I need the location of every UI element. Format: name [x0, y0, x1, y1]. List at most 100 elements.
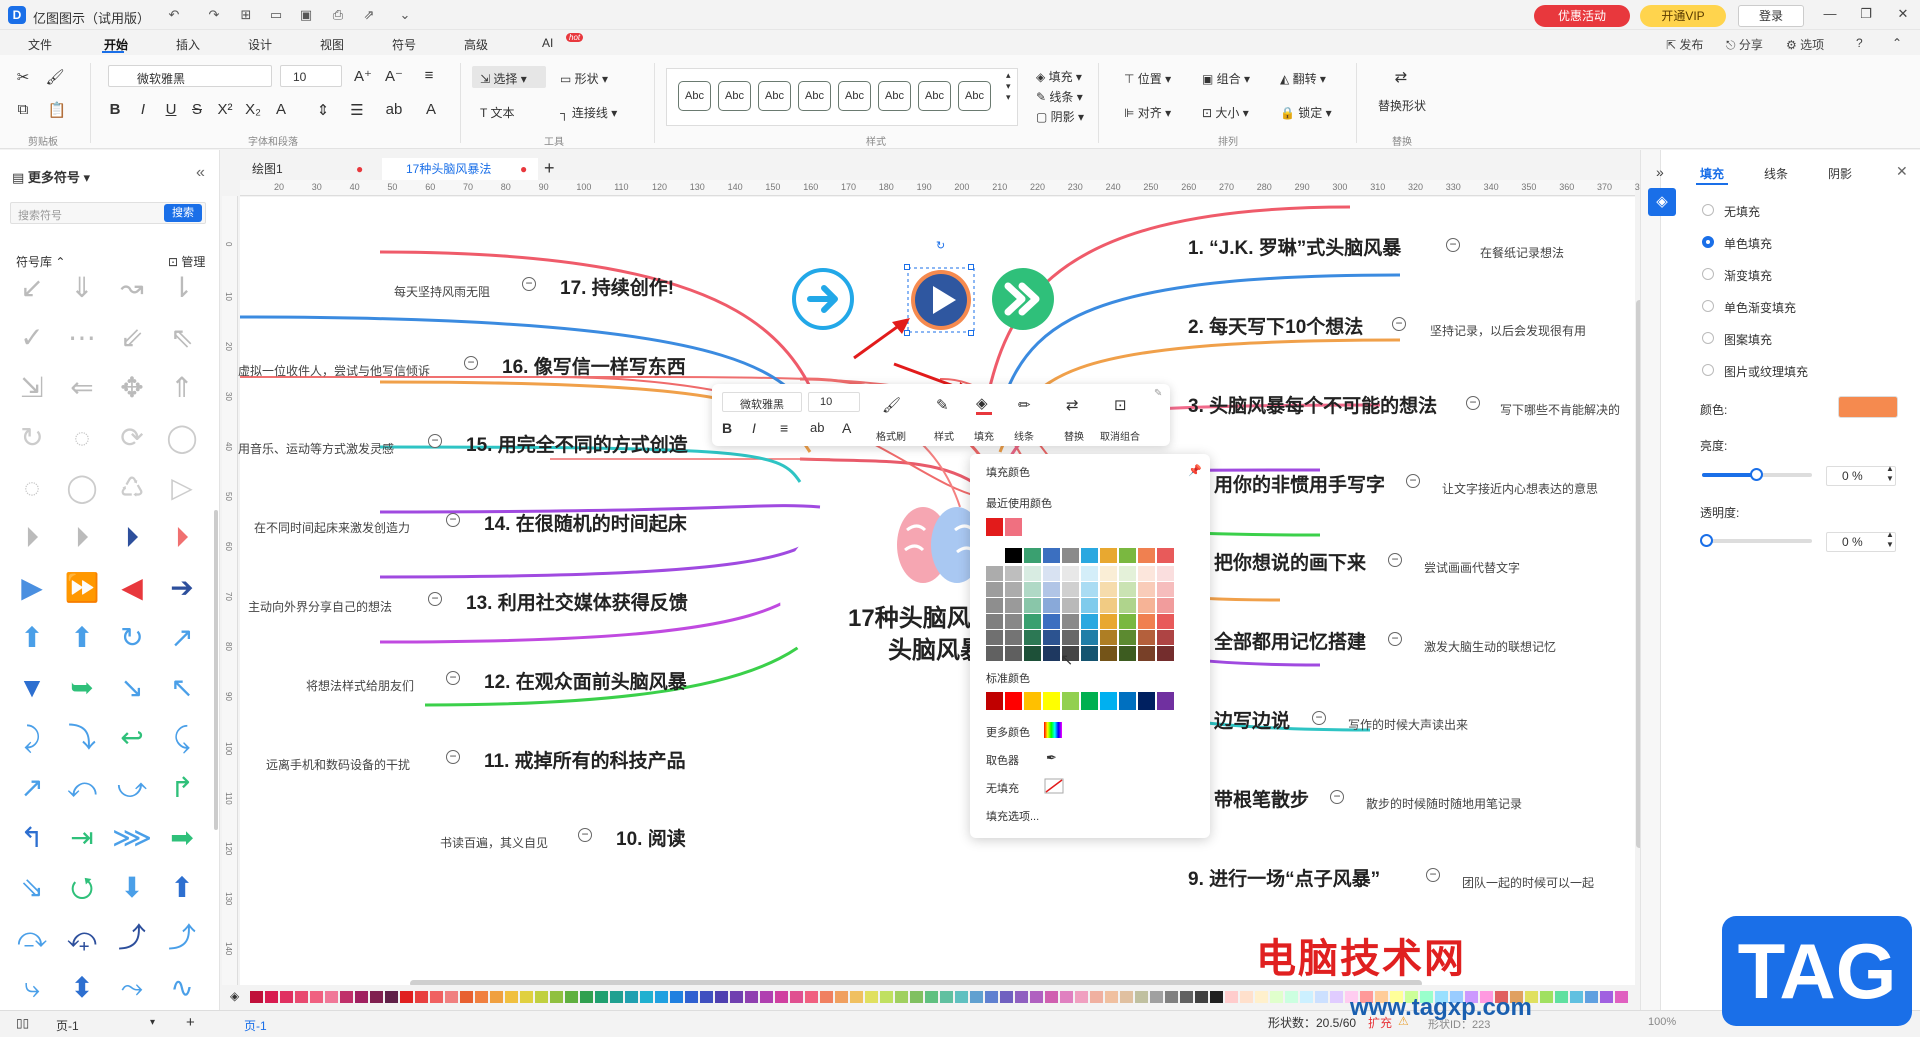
- palette-swatch[interactable]: [1120, 991, 1133, 1003]
- float-align-icon[interactable]: ≡: [780, 420, 788, 436]
- collapse-icon[interactable]: −: [1466, 396, 1480, 410]
- page-layout-icon[interactable]: ▯▯: [16, 1016, 29, 1030]
- standard-color-swatch[interactable]: [1100, 692, 1117, 710]
- palette-swatch[interactable]: [310, 991, 323, 1003]
- replace-shape-button[interactable]: 替换形状: [1378, 97, 1426, 114]
- font-color-icon[interactable]: A: [420, 101, 442, 118]
- float-format-painter[interactable]: 格式刷: [876, 428, 906, 443]
- collapse-icon[interactable]: −: [464, 356, 478, 370]
- recent-color-swatch[interactable]: [1005, 518, 1022, 536]
- style-sample[interactable]: Abc: [758, 81, 791, 111]
- palette-swatch[interactable]: [775, 991, 788, 1003]
- theme-color-swatch[interactable]: [1005, 630, 1022, 645]
- shadow-button[interactable]: ▢ 阴影 ▾: [1036, 108, 1084, 125]
- fill-button[interactable]: ◈ 填充 ▾: [1036, 68, 1082, 85]
- font-size-select[interactable]: 10: [280, 65, 342, 87]
- line-button[interactable]: ✎ 线条 ▾: [1036, 88, 1083, 105]
- palette-swatch[interactable]: [970, 991, 983, 1003]
- note-left-14[interactable]: 在不同时间起床来激发创造力: [254, 519, 410, 536]
- palette-swatch[interactable]: [655, 991, 668, 1003]
- palette-swatch[interactable]: [625, 991, 638, 1003]
- subscript-icon[interactable]: X₂: [242, 101, 264, 118]
- symbol-shape-icon[interactable]: ⬍: [62, 968, 102, 1008]
- theme-color-swatch[interactable]: [1119, 630, 1136, 645]
- theme-color-swatch[interactable]: [1081, 566, 1098, 581]
- theme-color-swatch[interactable]: [1024, 548, 1041, 563]
- theme-color-swatch[interactable]: [1081, 646, 1098, 661]
- theme-color-swatch[interactable]: [1100, 646, 1117, 661]
- theme-color-swatch[interactable]: [1157, 582, 1174, 597]
- theme-color-swatch[interactable]: [1005, 646, 1022, 661]
- menu-view[interactable]: 视图: [320, 36, 344, 53]
- symbol-shape-icon[interactable]: ⋙: [112, 818, 152, 858]
- note-left-13[interactable]: 主动向外界分享自己的想法: [248, 598, 392, 615]
- tab-shadow[interactable]: 阴影: [1828, 165, 1852, 182]
- theme-color-swatch[interactable]: [1081, 548, 1098, 563]
- float-size-select[interactable]: [808, 392, 860, 412]
- theme-color-swatch[interactable]: [1100, 614, 1117, 629]
- palette-swatch[interactable]: [1330, 991, 1343, 1003]
- symbol-shape-icon[interactable]: ⤼: [12, 918, 52, 958]
- symbol-shape-icon[interactable]: ✓: [12, 318, 52, 358]
- menu-insert[interactable]: 插入: [176, 36, 200, 53]
- palette-swatch[interactable]: [985, 991, 998, 1003]
- palette-swatch[interactable]: [1075, 991, 1088, 1003]
- style-sample[interactable]: Abc: [958, 81, 991, 111]
- lock-button[interactable]: 🔒 锁定 ▾: [1280, 104, 1332, 121]
- symbol-shape-icon[interactable]: ⬆: [162, 868, 202, 908]
- theme-color-swatch[interactable]: [1138, 548, 1155, 563]
- standard-color-swatch[interactable]: [1062, 692, 1079, 710]
- theme-color-swatch[interactable]: [1062, 614, 1079, 629]
- superscript-icon[interactable]: X²: [214, 101, 236, 118]
- node-right-5[interactable]: 把你想说的画下来: [1214, 548, 1366, 575]
- palette-swatch[interactable]: [1225, 991, 1238, 1003]
- palette-swatch[interactable]: [1255, 991, 1268, 1003]
- symbol-shape-icon[interactable]: ↱: [162, 768, 202, 808]
- grow-font-icon[interactable]: A⁺: [352, 67, 374, 85]
- copy-icon[interactable]: ⧉: [12, 101, 34, 118]
- palette-swatch[interactable]: [865, 991, 878, 1003]
- help-icon[interactable]: ?: [1856, 36, 1863, 50]
- ungroup-icon[interactable]: ⊡: [1114, 396, 1127, 414]
- palette-swatch[interactable]: [760, 991, 773, 1003]
- fill-color-picker[interactable]: [1838, 396, 1898, 418]
- italic-icon[interactable]: I: [132, 101, 154, 118]
- symbol-shape-icon[interactable]: ⋯: [62, 318, 102, 358]
- spinner-icon[interactable]: ▲ ▼: [1886, 530, 1894, 550]
- node-left-12[interactable]: 12. 在观众面前头脑风暴: [484, 667, 687, 694]
- theme-color-swatch[interactable]: [1138, 646, 1155, 661]
- palette-swatch[interactable]: [400, 991, 413, 1003]
- collapse-icon[interactable]: −: [446, 671, 460, 685]
- standard-color-swatch[interactable]: [1081, 692, 1098, 710]
- palette-swatch[interactable]: [940, 991, 953, 1003]
- align-icon[interactable]: ≡: [418, 67, 440, 84]
- theme-color-swatch[interactable]: [1043, 598, 1060, 613]
- theme-color-swatch[interactable]: [1062, 548, 1079, 563]
- node-right-9[interactable]: 9. 进行一场“点子风暴”: [1188, 864, 1380, 891]
- fill-option-label[interactable]: 渐变填充: [1724, 267, 1772, 284]
- theme-color-swatch[interactable]: [1100, 548, 1117, 563]
- restore-icon[interactable]: ❐: [1856, 6, 1876, 24]
- palette-swatch[interactable]: [1000, 991, 1013, 1003]
- style-sample[interactable]: Abc: [718, 81, 751, 111]
- theme-color-swatch[interactable]: [1119, 548, 1136, 563]
- line-spacing-icon[interactable]: ⇕: [312, 101, 334, 119]
- standard-color-swatch[interactable]: [1024, 692, 1041, 710]
- palette-swatch[interactable]: [1300, 991, 1313, 1003]
- palette-swatch[interactable]: [1285, 991, 1298, 1003]
- theme-color-swatch[interactable]: [986, 630, 1003, 645]
- symbol-shape-icon[interactable]: ↻: [12, 418, 52, 458]
- pen-icon[interactable]: ✏: [1018, 396, 1031, 414]
- palette-swatch[interactable]: [1150, 991, 1163, 1003]
- collapse-icon[interactable]: −: [578, 828, 592, 842]
- palette-swatch[interactable]: [1555, 991, 1568, 1003]
- symbol-shape-icon[interactable]: ⇘: [12, 868, 52, 908]
- undo-icon[interactable]: ↶: [165, 6, 183, 24]
- theme-color-swatch[interactable]: [1005, 548, 1022, 563]
- theme-color-swatch[interactable]: [1024, 614, 1041, 629]
- node-right-1[interactable]: 1. “J.K. 罗琳”式头脑风暴: [1188, 233, 1401, 260]
- redo-icon[interactable]: ↷: [205, 6, 223, 24]
- style-sample[interactable]: Abc: [678, 81, 711, 111]
- symbol-shape-icon[interactable]: ↗: [12, 768, 52, 808]
- theme-color-swatch[interactable]: [1138, 614, 1155, 629]
